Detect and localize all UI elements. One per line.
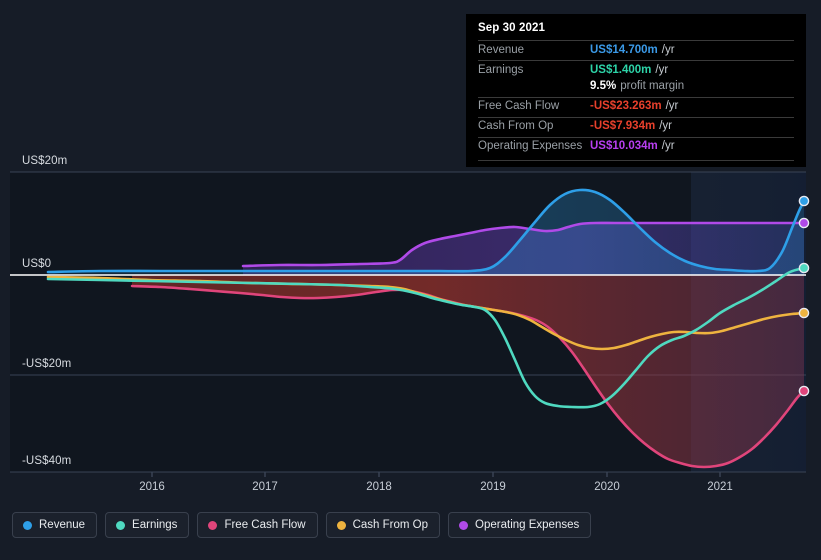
legend-item-cash-from-op[interactable]: Cash From Op — [325, 512, 441, 538]
legend-item-revenue[interactable]: Revenue — [12, 512, 98, 538]
y-axis-tick-label: -US$20m — [22, 358, 72, 370]
tooltip-row: Operating Expenses US$10.034m/yr — [478, 136, 794, 157]
tooltip-row-subtext: profit margin — [620, 80, 685, 92]
tooltip-row-label: Operating Expenses — [478, 140, 583, 152]
legend-color-dot-icon — [23, 520, 32, 530]
tooltip-row-value: -US$23.263m — [590, 100, 662, 112]
legend-color-dot-icon — [459, 520, 469, 530]
x-axis-ticks — [10, 471, 806, 477]
tooltip-row-value: 9.5% — [590, 80, 617, 92]
tooltip-row-label: Earnings — [478, 63, 524, 76]
chart-legend[interactable]: Revenue Earnings Free Cash Flow Cash From O… — [12, 512, 592, 538]
y-axis-tick-label: US$0 — [22, 258, 52, 270]
tooltip-row-label: Cash From Op — [478, 120, 554, 132]
x-axis-tick-label: 2018 — [366, 481, 392, 493]
tooltip-row-unit: /yr — [659, 120, 672, 132]
tooltip-row: Revenue US$14.700m/yr — [478, 40, 794, 60]
x-axis-tick-label: 2016 — [139, 481, 165, 493]
y-axis-tick-label: -US$40m — [22, 455, 72, 467]
legend-color-dot-icon — [116, 520, 126, 530]
tooltip-row-value: US$1.400m — [590, 63, 652, 76]
legend-item-label: Cash From Op — [352, 519, 429, 531]
tooltip-row-unit: /yr — [655, 63, 669, 76]
tooltip-row-value: -US$7.934m — [590, 120, 656, 132]
tooltip-row-value: US$14.700m — [590, 43, 658, 56]
tooltip-date: Sep 30 2021 — [478, 22, 545, 34]
y-axis-tick-label: US$20m — [22, 155, 68, 167]
legend-item-label: Earnings — [132, 519, 178, 531]
tooltip-row-label: Free Cash Flow — [478, 100, 560, 112]
tooltip-row-value: US$10.034m — [590, 140, 658, 152]
financial-chart-screen: US$20m US$0 -US$20m -US$40m 2016 2017 2018 201… — [0, 0, 821, 560]
legend-color-dot-icon — [336, 520, 346, 530]
x-axis-tick-label: 2019 — [480, 481, 506, 493]
legend-item-free-cash-flow[interactable]: Free Cash Flow — [197, 512, 318, 538]
legend-item-label: Operating Expenses — [475, 519, 580, 531]
tooltip-row: Free Cash Flow -US$23.263m/yr — [478, 96, 794, 117]
legend-item-label: Revenue — [39, 519, 86, 531]
data-tooltip: Sep 30 2021 Revenue US$14.700m/yr Earnings… — [466, 14, 806, 167]
tooltip-row-unit: /yr — [661, 140, 675, 152]
x-axis-tick-label: 2020 — [594, 481, 620, 493]
tooltip-row: Cash From Op -US$7.934m/yr — [478, 116, 794, 137]
legend-color-dot-icon — [208, 520, 218, 530]
x-axis-tick-label: 2017 — [252, 481, 278, 493]
tooltip-row: 9.5% profit margin — [478, 80, 794, 97]
tooltip-row-unit: /yr — [665, 100, 679, 112]
tooltip-rows: Revenue US$14.700m/yr Earnings US$1.400m/yr… — [478, 40, 794, 157]
tooltip-row: Earnings US$1.400m/yr — [478, 60, 794, 80]
tooltip-row-unit: /yr — [661, 43, 675, 56]
x-axis-tick-label: 2021 — [707, 481, 733, 493]
tooltip-bottom-divider — [478, 159, 794, 161]
legend-item-label: Free Cash Flow — [224, 519, 306, 531]
tooltip-row-label: Revenue — [478, 43, 525, 56]
legend-item-earnings[interactable]: Earnings — [105, 512, 190, 538]
legend-item-operating-expenses[interactable]: Operating Expenses — [448, 512, 592, 538]
